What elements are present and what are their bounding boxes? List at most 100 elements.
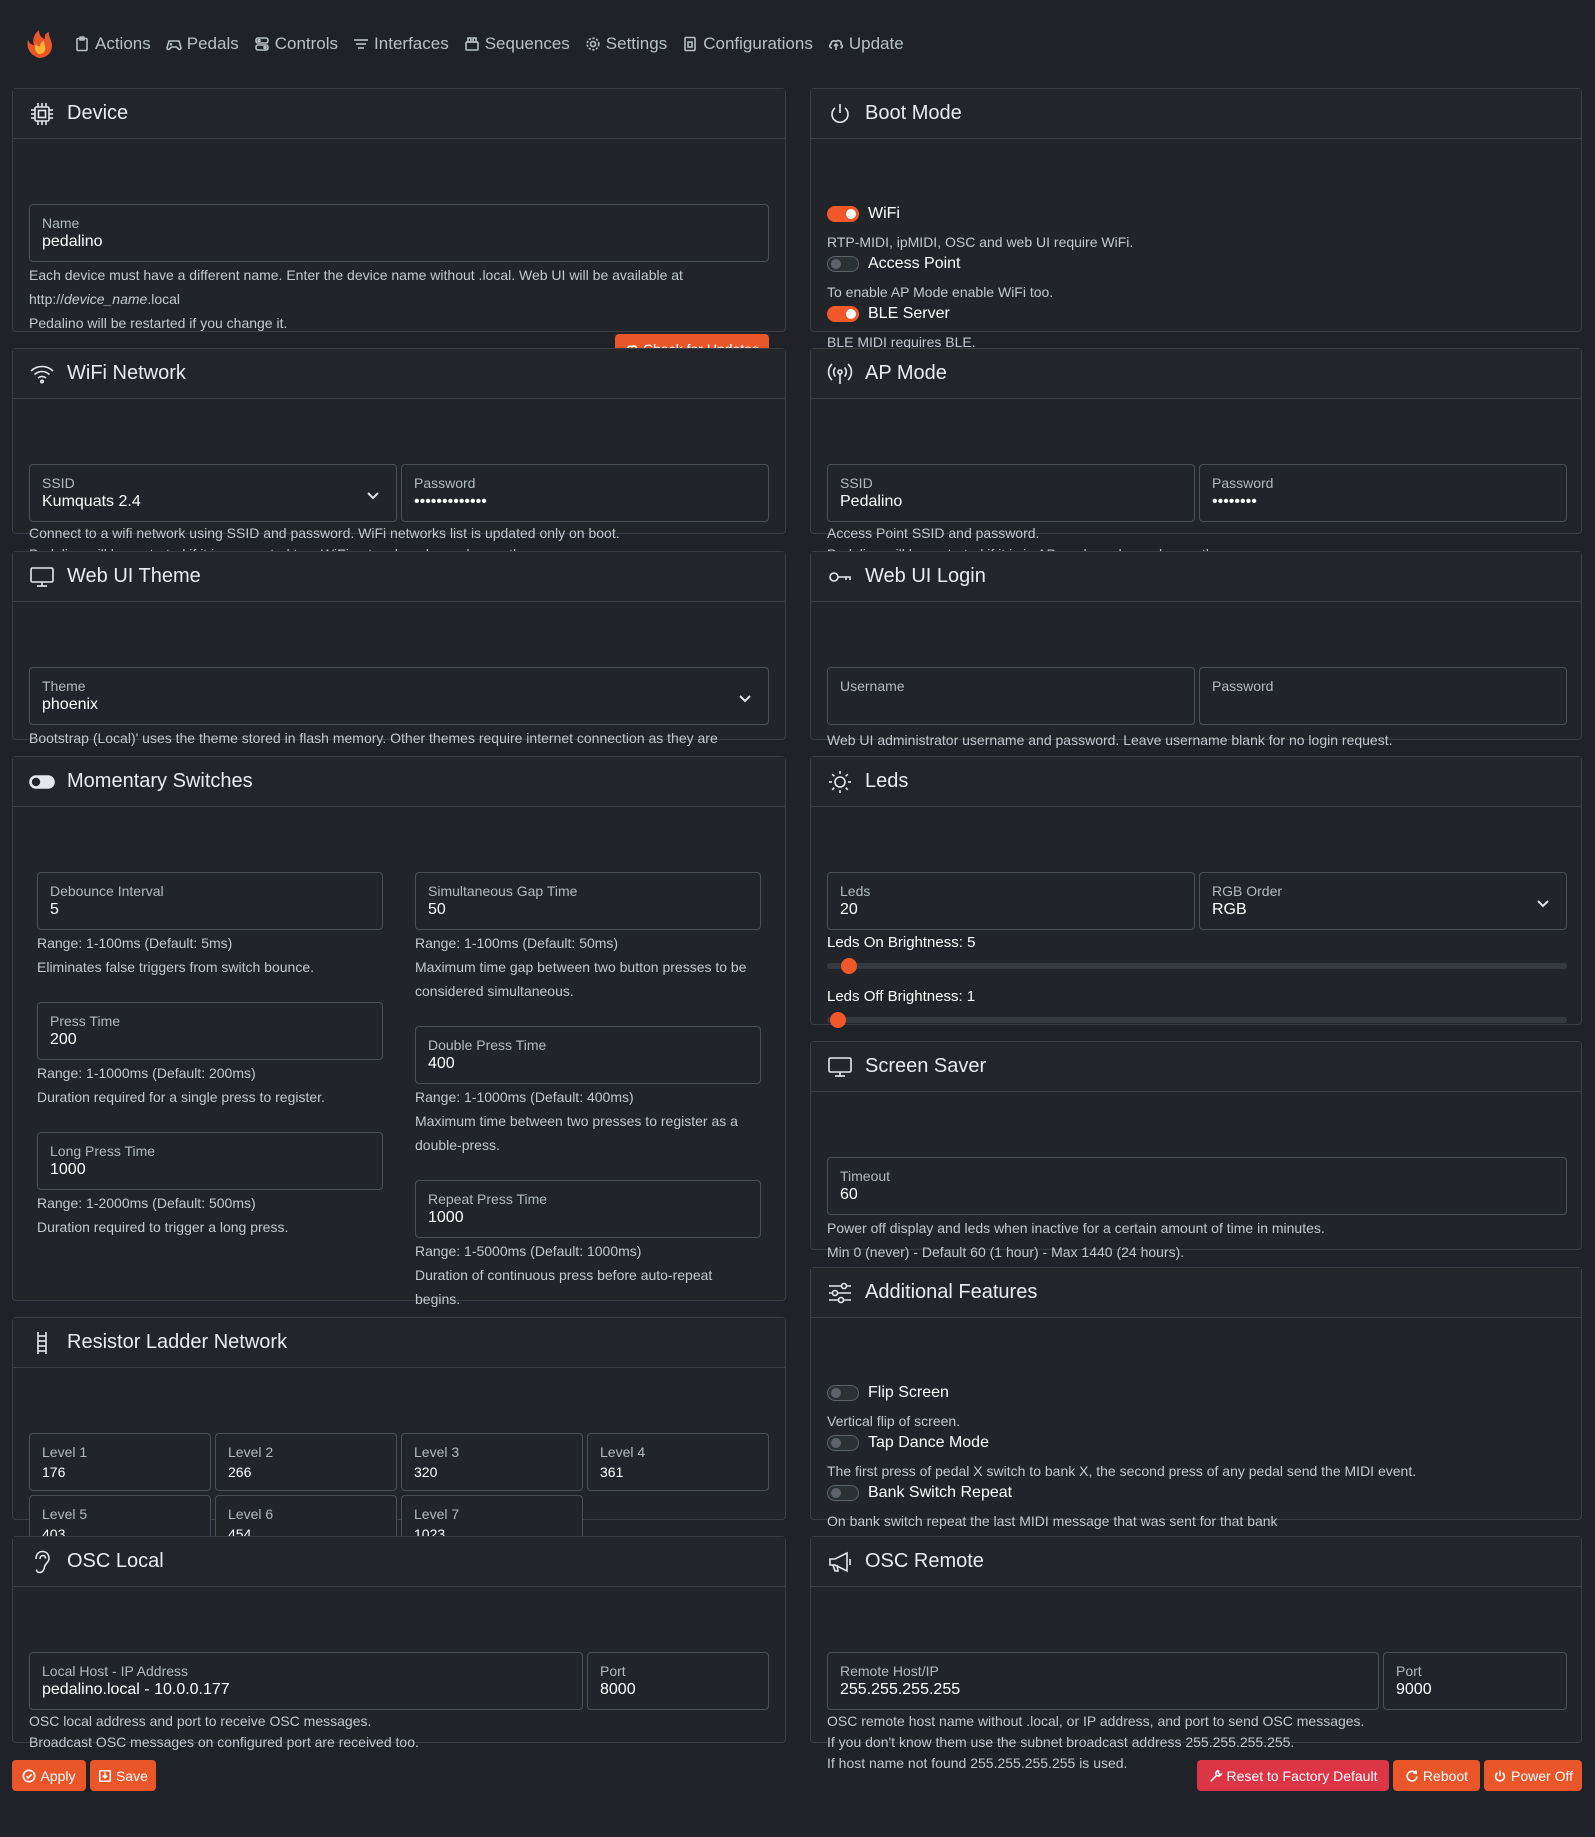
level-5-label: Level 5	[42, 1506, 88, 1522]
device-help-line3: Pedalino will be restarted if you change…	[29, 315, 288, 331]
reset-factory-button[interactable]: Reset to Factory Default	[1197, 1760, 1389, 1791]
leds-on-brightness-thumb[interactable]	[841, 958, 858, 974]
theme-select[interactable]: Theme phoenix	[29, 667, 769, 725]
repeat-press-time-value: 1000	[428, 1209, 464, 1226]
file-icon	[684, 36, 697, 52]
power-off-label: Power Off	[1511, 1767, 1573, 1784]
bank-switch-repeat-toggle[interactable]: Bank Switch Repeat	[827, 1484, 1012, 1502]
repeat-help-range: Range: 1-5000ms (Default: 1000ms)	[415, 1243, 642, 1259]
wifi-network-card-header: WiFi Network	[13, 349, 785, 399]
local-port-field[interactable]: Port 8000	[587, 1652, 769, 1710]
ladder-icon	[37, 1331, 47, 1354]
nav-actions[interactable]: Actions	[74, 34, 151, 54]
osc-remote-card-header: OSC Remote	[811, 1537, 1581, 1587]
ble-server-toggle-track[interactable]	[827, 306, 859, 322]
nav-update[interactable]: Update	[828, 34, 904, 54]
ble-server-toggle[interactable]: BLE Server	[827, 305, 950, 323]
bank-switch-repeat-help: On bank switch repeat the last MIDI mess…	[827, 1513, 1278, 1529]
login-password-field[interactable]: Password	[1199, 667, 1567, 725]
local-port-value: 8000	[600, 1681, 636, 1698]
tap-dance-toggle-track[interactable]	[827, 1435, 859, 1451]
leds-off-brightness-thumb[interactable]	[829, 1012, 846, 1028]
login-help: Web UI administrator username and passwo…	[827, 732, 1393, 748]
ap-mode-card: AP Mode SSID Pedalino Password •••••••• …	[810, 348, 1582, 562]
wifi-password-field[interactable]: Password •••••••••••••	[401, 464, 769, 522]
cpu-icon	[31, 102, 53, 125]
flip-screen-toggle-track[interactable]	[827, 1385, 859, 1401]
leds-off-brightness-slider[interactable]	[827, 1012, 1567, 1028]
bank-switch-repeat-toggle-track[interactable]	[827, 1485, 859, 1501]
level-1-field[interactable]: Level 1 176	[29, 1433, 211, 1491]
nav-controls[interactable]: Controls	[254, 34, 338, 54]
nav-sequences-label: Sequences	[484, 34, 570, 53]
timeout-field[interactable]: Timeout 60	[827, 1157, 1567, 1215]
megaphone-icon	[829, 1551, 851, 1572]
level-2-field[interactable]: Level 2 266	[215, 1433, 397, 1491]
nav-sequences[interactable]: Sequences	[464, 34, 570, 54]
ap-ssid-field[interactable]: SSID Pedalino	[827, 464, 1195, 522]
double-press-time-field[interactable]: Double Press Time 400	[415, 1026, 761, 1084]
wifi-toggle[interactable]: WiFi	[827, 205, 900, 223]
leds-on-brightness-slider[interactable]	[827, 958, 1567, 974]
reboot-icon	[1406, 1769, 1418, 1782]
level-7-label: Level 7	[414, 1506, 460, 1522]
repeat-press-help: Range: 1-5000ms (Default: 1000ms) Durati…	[415, 1239, 765, 1311]
local-host-field[interactable]: Local Host - IP Address pedalino.local -…	[29, 1652, 583, 1710]
access-point-toggle-track[interactable]	[827, 256, 859, 272]
rgb-order-select[interactable]: RGB Order RGB	[1199, 872, 1567, 930]
wifi-toggle-track[interactable]	[827, 206, 859, 222]
clipboard-icon	[76, 36, 88, 52]
ap-password-label: Password	[1212, 475, 1274, 491]
tap-dance-toggle[interactable]: Tap Dance Mode	[827, 1434, 989, 1452]
level-4-field[interactable]: Level 4 361	[587, 1433, 769, 1491]
screen-saver-card: Screen Saver Timeout 60 Power off displa…	[810, 1041, 1582, 1260]
remote-port-label: Port	[1396, 1663, 1422, 1679]
wifi-network-card: WiFi Network SSID Kumquats 2.4 Password …	[12, 348, 786, 562]
wifi-ssid-select[interactable]: SSID Kumquats 2.4	[29, 464, 397, 522]
power-icon	[1494, 1770, 1506, 1782]
access-point-toggle[interactable]: Access Point	[827, 255, 960, 273]
double-press-time-value: 400	[428, 1055, 455, 1072]
username-field[interactable]: Username	[827, 667, 1195, 725]
level-6-label: Level 6	[228, 1506, 274, 1522]
phoenix-logo[interactable]	[22, 27, 56, 61]
press-time-field[interactable]: Press Time 200	[37, 1002, 383, 1060]
debounce-interval-field[interactable]: Debounce Interval 5	[37, 872, 383, 930]
remote-host-field[interactable]: Remote Host/IP 255.255.255.255	[827, 1652, 1379, 1710]
toggle-icon	[29, 774, 55, 789]
nav-interfaces[interactable]: Interfaces	[353, 34, 449, 54]
save-button[interactable]: Save	[90, 1760, 156, 1791]
press-help-range: Range: 1-1000ms (Default: 200ms)	[37, 1065, 256, 1081]
leds-off-brightness-label: Leds Off Brightness: 1	[827, 988, 976, 1005]
double-help-range: Range: 1-1000ms (Default: 400ms)	[415, 1089, 634, 1105]
apply-label: Apply	[40, 1767, 76, 1784]
device-name-field[interactable]: Name pedalino	[29, 204, 769, 262]
power-off-button[interactable]: Power Off	[1484, 1760, 1582, 1791]
device-help: Each device must have a different name. …	[29, 263, 769, 335]
ap-password-field[interactable]: Password ••••••••	[1199, 464, 1567, 522]
leds-count-field[interactable]: Leds 20	[827, 872, 1195, 930]
simultaneous-gap-field[interactable]: Simultaneous Gap Time 50	[415, 872, 761, 930]
level-3-field[interactable]: Level 3 320	[401, 1433, 583, 1491]
osc-remote-help-line1: OSC remote host name without .local, or …	[827, 1713, 1365, 1729]
long-press-time-label: Long Press Time	[50, 1143, 156, 1159]
long-press-time-field[interactable]: Long Press Time 1000	[37, 1132, 383, 1190]
nav-actions-label: Actions	[95, 34, 151, 53]
apply-button[interactable]: Apply	[12, 1760, 86, 1791]
theme-title: Web UI Theme	[67, 565, 201, 587]
repeat-press-time-field[interactable]: Repeat Press Time 1000	[415, 1180, 761, 1238]
double-help-desc2: double-press.	[415, 1137, 500, 1153]
press-time-value: 200	[50, 1031, 77, 1048]
level-3-value: 320	[414, 1464, 438, 1480]
remote-port-field[interactable]: Port 9000	[1383, 1652, 1567, 1710]
flip-screen-toggle[interactable]: Flip Screen	[827, 1384, 949, 1402]
device-name-value: pedalino	[42, 233, 103, 250]
nav-configurations[interactable]: Configurations	[682, 34, 813, 54]
nav-settings[interactable]: Settings	[585, 34, 667, 54]
nav-pedals[interactable]: Pedals	[165, 34, 239, 54]
ap-help-line1: Access Point SSID and password.	[827, 525, 1040, 541]
navbar: Actions Pedals Controls Interfaces Seque…	[0, 0, 1595, 88]
wifi-icon	[30, 365, 54, 383]
cloud-upload-icon	[828, 39, 843, 50]
reboot-button[interactable]: Reboot	[1393, 1760, 1480, 1791]
